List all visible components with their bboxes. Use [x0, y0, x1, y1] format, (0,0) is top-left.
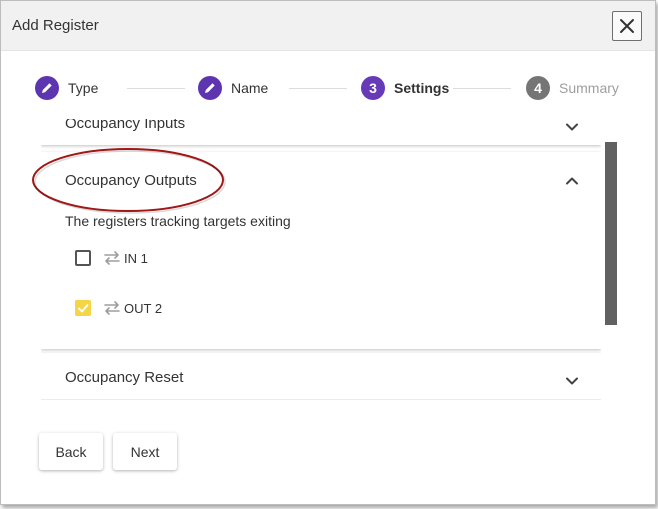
pencil-icon	[42, 83, 52, 93]
settings-content: Occupancy Inputs Occupancy Outputs The r…	[41, 119, 601, 411]
step-name[interactable]: Name	[198, 76, 268, 100]
step-summary-circle: 4	[526, 76, 550, 100]
step-connector	[453, 88, 511, 89]
step-settings[interactable]: 3 Settings	[361, 76, 449, 100]
outputs-description: The registers tracking targets exiting	[65, 213, 291, 229]
chevron-down-icon[interactable]	[562, 119, 582, 137]
step-type-label: Type	[68, 80, 99, 96]
chevron-down-icon[interactable]	[562, 371, 582, 391]
step-connector	[289, 88, 347, 89]
step-name-label: Name	[231, 80, 269, 96]
add-register-dialog: Add Register Type Name 3 Settings 4 Summ…	[0, 0, 656, 505]
occupancy-outputs-panel: Occupancy Outputs The registers tracking…	[41, 152, 601, 349]
step-summary[interactable]: 4 Summary	[526, 76, 619, 100]
step-type-circle	[35, 76, 59, 100]
step-connector	[127, 88, 185, 89]
swap-arrows-icon	[104, 251, 120, 265]
register-label: OUT 2	[124, 300, 163, 316]
register-checkbox[interactable]	[75, 250, 91, 266]
step-settings-circle: 3	[361, 76, 385, 100]
dialog-title-bar: Add Register	[1, 1, 655, 51]
pencil-icon	[205, 83, 215, 93]
register-item-in-1[interactable]: IN 1	[75, 248, 148, 268]
checkmark-icon	[78, 304, 89, 313]
content-scrollbar[interactable]	[605, 142, 617, 325]
step-type[interactable]: Type	[35, 76, 98, 100]
step-summary-label: Summary	[559, 80, 619, 96]
occupancy-inputs-panel[interactable]: Occupancy Inputs	[41, 119, 601, 145]
register-item-out-2[interactable]: OUT 2	[75, 298, 162, 318]
stepper: Type Name 3 Settings 4 Summary	[1, 71, 657, 105]
occupancy-reset-panel[interactable]: Occupancy Reset	[41, 353, 601, 411]
occupancy-outputs-header[interactable]: Occupancy Outputs	[65, 172, 197, 189]
occupancy-reset-header: Occupancy Reset	[65, 369, 184, 386]
register-checkbox[interactable]	[75, 300, 91, 316]
step-settings-label: Settings	[394, 80, 450, 96]
step-name-circle	[198, 76, 222, 100]
close-button[interactable]	[612, 11, 642, 41]
next-button[interactable]: Next	[113, 433, 177, 470]
dialog-title: Add Register	[12, 17, 99, 34]
chevron-up-icon[interactable]	[562, 171, 582, 191]
swap-arrows-icon	[104, 301, 120, 315]
occupancy-inputs-header: Occupancy Inputs	[65, 119, 186, 132]
close-icon	[620, 19, 634, 33]
register-label: IN 1	[124, 250, 148, 266]
back-button[interactable]: Back	[39, 433, 103, 470]
panel-divider	[41, 399, 601, 400]
